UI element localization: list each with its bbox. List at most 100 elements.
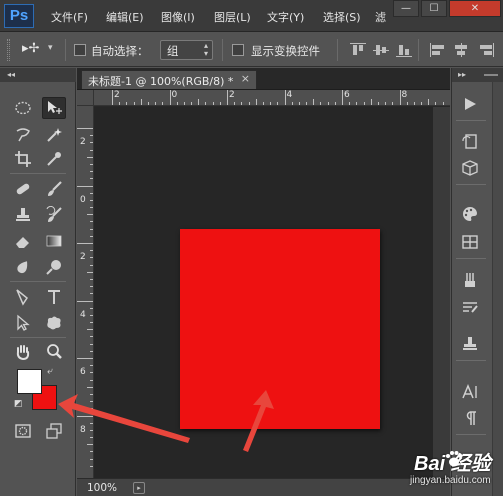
ruler-subtick: [406, 102, 408, 105]
ruler-tick: [169, 90, 171, 105]
zoom-level[interactable]: 100%: [87, 482, 117, 494]
ruler-origin[interactable]: [77, 90, 94, 106]
menu-select[interactable]: 选择(S): [323, 9, 361, 25]
move-tool-icon[interactable]: ▸✢: [22, 41, 39, 56]
zoom-tool-icon[interactable]: [42, 341, 66, 363]
eraser-tool-icon[interactable]: [11, 230, 35, 252]
menu-layer[interactable]: 图层(L): [214, 9, 251, 25]
swatches-icon[interactable]: [456, 202, 484, 226]
document-area: 未标题-1 @ 100%(RGB/8) * × 2 0 2 4 6 8 2 0 2 4 6 8 10…: [77, 68, 450, 496]
blur-tool-icon[interactable]: [11, 256, 35, 278]
path-selection-tool-icon[interactable]: [11, 312, 35, 334]
screen-mode-icon[interactable]: [42, 420, 66, 442]
document-tab[interactable]: 未标题-1 @ 100%(RGB/8) * ×: [81, 70, 257, 89]
ruler-subtick: [241, 102, 243, 105]
menu-filter[interactable]: 滤: [375, 9, 386, 25]
crop-tool-icon[interactable]: [11, 148, 35, 170]
panel-dock: ▸▸: [451, 68, 503, 496]
ruler-subtick: [234, 102, 236, 105]
character-icon[interactable]: [456, 380, 484, 404]
menu-type[interactable]: 文字(Y): [267, 9, 304, 25]
minimize-button[interactable]: —: [393, 0, 419, 17]
3d-icon[interactable]: [456, 156, 484, 180]
select-arrows-icon: ▴ ▾: [203, 41, 208, 58]
ruler-subtick: [306, 102, 308, 105]
ruler-subtick: [198, 99, 200, 105]
toolbar-divider: [10, 281, 66, 282]
dodge-tool-icon[interactable]: [42, 256, 66, 278]
type-tool-icon[interactable]: [42, 286, 66, 308]
align-bottom-icon[interactable]: [396, 43, 412, 57]
clone-stamp-tool-icon[interactable]: [11, 204, 35, 226]
menu-image[interactable]: 图像(I): [161, 9, 195, 25]
history-brush-tool-icon[interactable]: [42, 204, 66, 226]
ruler-tick: [227, 90, 228, 105]
history-icon[interactable]: [456, 130, 484, 154]
options-bar-grip[interactable]: [7, 39, 10, 61]
chevron-down-icon[interactable]: ▾: [48, 43, 53, 53]
ruler-subtick: [133, 102, 135, 105]
ruler-subtick: [162, 102, 164, 105]
ruler-subtick: [313, 99, 315, 105]
document-canvas[interactable]: [180, 229, 380, 429]
swap-colors-icon[interactable]: ⤶: [47, 366, 53, 377]
status-info-icon[interactable]: ▸: [133, 482, 145, 494]
ruler-subtick: [370, 99, 372, 105]
default-colors-icon[interactable]: ◩: [14, 399, 23, 409]
pasteboard[interactable]: [94, 107, 433, 478]
menu-file[interactable]: 文件(F): [51, 9, 88, 25]
eyedropper-tool-icon[interactable]: [42, 148, 66, 170]
panel-dock-grip[interactable]: [484, 74, 498, 76]
vertical-scrollbar[interactable]: [433, 107, 450, 478]
ruler-label: 2: [114, 90, 120, 100]
ruler-tick: [77, 243, 93, 244]
horizontal-ruler[interactable]: 2 0 2 4 6 8: [94, 90, 450, 106]
ruler-subtick: [377, 102, 379, 105]
brush-presets-icon[interactable]: [456, 294, 484, 318]
paw-icon: [446, 451, 463, 467]
ruler-subtick: [176, 102, 178, 105]
play-icon[interactable]: [456, 92, 484, 116]
custom-shape-tool-icon[interactable]: [42, 312, 66, 334]
tools-panel-collapse[interactable]: ◂◂: [0, 68, 76, 82]
hand-tool-icon[interactable]: [11, 341, 35, 363]
pen-tool-icon[interactable]: [11, 286, 35, 308]
align-left-icon[interactable]: [430, 43, 446, 57]
options-separator: [65, 39, 66, 61]
restore-button[interactable]: ☐: [421, 0, 447, 17]
menu-edit[interactable]: 编辑(E): [106, 9, 144, 25]
close-icon[interactable]: ×: [241, 72, 250, 85]
show-transform-checkbox[interactable]: [232, 44, 244, 56]
healing-brush-tool-icon[interactable]: [11, 178, 35, 200]
gradient-tool-icon[interactable]: [42, 230, 66, 252]
align-right-icon[interactable]: [478, 43, 494, 57]
ruler-subtick: [392, 102, 394, 105]
ruler-subtick: [320, 102, 322, 105]
vertical-ruler[interactable]: 2 0 2 4 6 8: [77, 106, 94, 478]
brush-tool-icon[interactable]: [42, 178, 66, 200]
magic-wand-tool-icon[interactable]: [42, 124, 66, 146]
align-vertical-center-icon[interactable]: [373, 43, 389, 57]
paragraph-icon[interactable]: [456, 406, 484, 430]
ruler-tick: [284, 90, 286, 105]
ruler-subtick: [140, 99, 142, 105]
lasso-tool-icon[interactable]: [11, 124, 35, 146]
quick-mask-icon[interactable]: [11, 420, 35, 442]
baidu-jingyan-watermark: Bai 经验 jingyan.baidu.com: [388, 447, 500, 493]
close-button[interactable]: ✕: [449, 0, 501, 17]
panel-dock-expand[interactable]: ▸▸: [458, 70, 466, 79]
clone-source-icon[interactable]: [456, 332, 484, 356]
marquee-tool-icon[interactable]: [11, 97, 35, 119]
align-horizontal-center-icon[interactable]: [454, 43, 470, 57]
ruler-label: 2: [80, 137, 86, 147]
ruler-subtick: [87, 156, 93, 158]
move-tool-icon[interactable]: [42, 97, 66, 119]
toolbar-divider: [10, 337, 66, 338]
ruler-label: 2: [229, 90, 235, 100]
brushes-icon[interactable]: [456, 268, 484, 292]
foreground-color-swatch[interactable]: [17, 369, 42, 394]
auto-select-checkbox[interactable]: [74, 44, 86, 56]
grid-icon[interactable]: [456, 230, 484, 254]
auto-select-target-select[interactable]: 组 ▴ ▾: [160, 40, 213, 60]
align-top-icon[interactable]: [350, 43, 366, 57]
